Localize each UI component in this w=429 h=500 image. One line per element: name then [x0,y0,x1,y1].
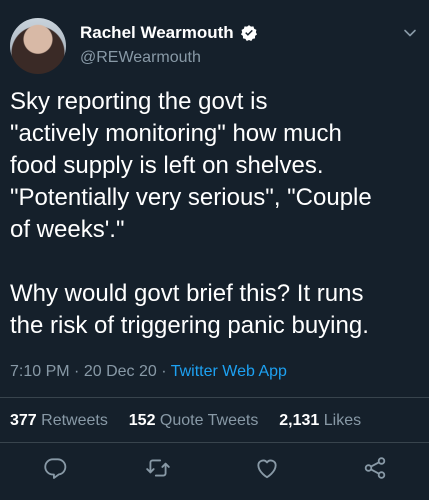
tweet-source-link[interactable]: Twitter Web App [171,363,287,380]
retweets-count: 377 [10,412,37,429]
divider [0,397,429,398]
chevron-down-icon[interactable] [403,26,417,40]
reply-icon[interactable] [42,455,68,481]
likes-label: Likes [323,412,362,429]
tweet-text: Sky reporting the govt is "actively moni… [10,88,372,339]
display-name[interactable]: Rachel Wearmouth [80,23,234,43]
retweets-label: Retweets [41,412,108,429]
avatar[interactable] [10,18,66,74]
tweet-card: Rachel Wearmouth @REWearmouth Sky report… [0,0,429,500]
likes-count: 2,131 [279,412,320,429]
tweet-meta: 7:10 PM · 20 Dec 20 · Twitter Web App [10,363,287,381]
retweet-icon[interactable] [145,455,171,481]
tweet-time[interactable]: 7:10 PM [10,363,70,380]
tweet-header: Rachel Wearmouth @REWearmouth [10,18,419,74]
likes-stat[interactable]: 2,131 Likes [279,412,361,429]
tweet-actions [0,455,429,485]
meta-separator: · [161,363,167,380]
meta-separator: · [74,363,80,380]
divider [0,442,429,443]
tweet-date[interactable]: 20 Dec 20 [84,363,157,380]
quote-tweets-label: Quote Tweets [159,412,259,429]
tweet-stats: 377 Retweets 152 Quote Tweets 2,131 Like… [10,412,361,430]
share-icon[interactable] [362,455,388,481]
heart-icon[interactable] [254,455,280,481]
quote-tweets-count: 152 [128,412,156,429]
user-handle[interactable]: @REWearmouth [80,49,258,67]
retweets-stat[interactable]: 377 Retweets [10,412,112,429]
verified-badge-icon [240,24,258,42]
user-info[interactable]: Rachel Wearmouth @REWearmouth [80,22,258,67]
quote-tweets-stat[interactable]: 152 Quote Tweets [129,412,263,429]
